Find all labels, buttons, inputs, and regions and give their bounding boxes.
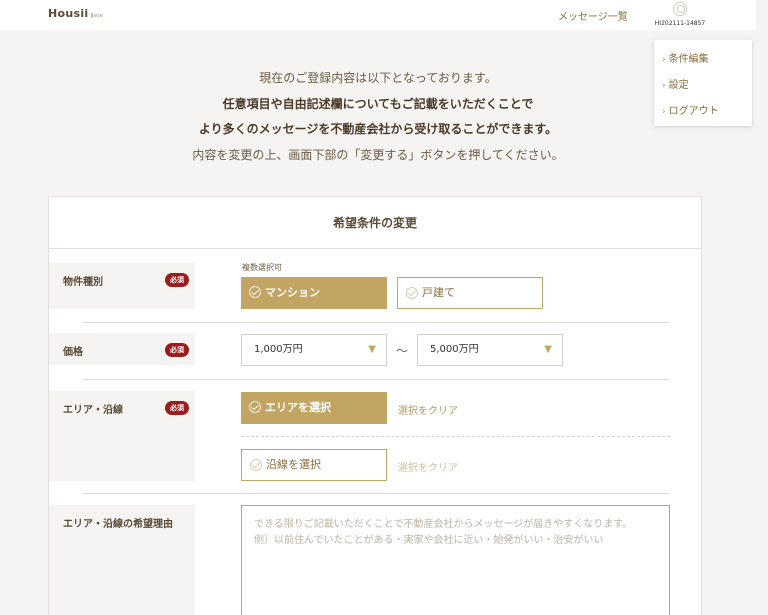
reason-label: エリア・沿線の希望理由 (49, 505, 195, 615)
option-house[interactable]: 戸建て (397, 277, 543, 309)
option-label: マンション (265, 286, 320, 299)
select-value: 5,000万円 (430, 344, 479, 355)
caret-down-icon: ▼ (368, 344, 376, 355)
user-icon (673, 2, 687, 16)
button-label: エリアを選択 (265, 401, 331, 414)
divider (82, 493, 670, 494)
chevron-right-icon: › (662, 55, 666, 65)
intro-line: 内容を変更の上、画面下部の「変更する」ボタンを押してください。 (192, 147, 564, 162)
intro-line-bold: 任意項目や自由記述欄についてもご記載をいただくことで (222, 96, 534, 111)
option-mansion[interactable]: マンション (241, 277, 387, 309)
placeholder-line: できる限りご記載いただくことで不動産会社からメッセージが届きやすくなります。 (254, 519, 633, 530)
caret-down-icon: ▼ (544, 344, 552, 355)
divider (82, 379, 670, 380)
user-menu[interactable]: HI202111-14857 (652, 2, 708, 27)
logo[interactable]: Housii βeta (48, 7, 103, 20)
conditions-form-card: 希望条件の変更 物件種別 必須 複数選択可 マンション 戸建て 価格 必須 1,… (48, 196, 702, 615)
reason-textarea[interactable]: できる限りご記載いただくことで不動産会社からメッセージが届きやすくなります。 例… (241, 505, 670, 615)
required-badge: 必須 (165, 401, 189, 415)
required-badge: 必須 (165, 273, 189, 287)
user-id: HI202111-14857 (654, 20, 706, 27)
field-label: 物件種別 (63, 277, 103, 288)
logo-beta: βeta (90, 13, 103, 19)
select-area-button[interactable]: エリアを選択 (241, 392, 387, 424)
intro-line-bold: より多くのメッセージを不動産会社から受け取ることができます。 (198, 122, 558, 136)
area-label: エリア・沿線 必須 (49, 391, 195, 481)
messages-link[interactable]: メッセージ一覧 (558, 8, 628, 23)
top-header: Housii βeta メッセージ一覧 HI202111-14857 (0, 0, 756, 30)
range-separator: 〜 (396, 344, 409, 358)
field-label: 価格 (63, 347, 83, 358)
required-badge: 必須 (165, 343, 189, 357)
field-label: エリア・沿線の希望理由 (63, 519, 173, 530)
check-icon (250, 459, 262, 471)
dashed-divider (241, 436, 670, 437)
button-label: 沿線を選択 (266, 458, 321, 471)
select-line-button[interactable]: 沿線を選択 (241, 449, 387, 481)
option-label: 戸建て (422, 286, 455, 299)
form-title: 希望条件の変更 (49, 197, 701, 249)
intro-text: 現在のご登録内容は以下となっております。 任意項目や自由記述欄についてもご記載を… (0, 66, 756, 168)
intro-line: 現在のご登録内容は以下となっております。 (259, 71, 497, 85)
property-type-label: 物件種別 必須 (49, 263, 195, 309)
clear-area-link[interactable]: 選択をクリア (398, 402, 458, 417)
select-value: 1,000万円 (254, 344, 303, 355)
placeholder-line: 例）以前住んでいたことがある・実家や会社に近い・始発がいい・治安がいい (254, 535, 604, 546)
logo-text: Housii (48, 7, 89, 20)
price-max-select[interactable]: 5,000万円 ▼ (417, 334, 563, 366)
multi-select-hint: 複数選択可 (242, 263, 282, 272)
dropdown-item-label: 条件編集 (668, 54, 709, 65)
divider (82, 322, 670, 323)
check-icon (249, 286, 261, 298)
price-label: 価格 必須 (49, 333, 195, 365)
field-label: エリア・沿線 (63, 405, 123, 416)
clear-line-link[interactable]: 選択をクリア (398, 459, 458, 474)
price-min-select[interactable]: 1,000万円 ▼ (241, 334, 387, 366)
check-icon (249, 401, 261, 413)
check-icon (406, 287, 418, 299)
